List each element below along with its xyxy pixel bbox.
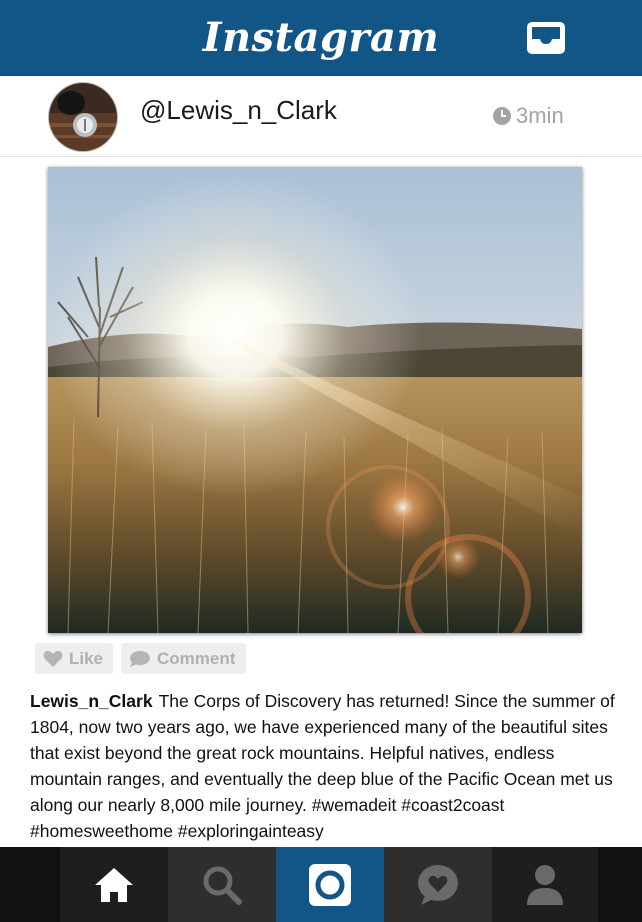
like-button[interactable]: Like [35, 643, 113, 674]
speech-bubble-icon [130, 650, 150, 667]
tab-search[interactable] [168, 847, 276, 922]
clock-icon [493, 107, 511, 125]
caption-author[interactable]: Lewis_n_Clark [30, 691, 153, 711]
tab-home[interactable] [60, 847, 168, 922]
post-time: 3min [516, 103, 564, 128]
comment-button[interactable]: Comment [121, 643, 246, 674]
avatar-image [49, 83, 117, 151]
tab-activity[interactable] [384, 847, 492, 922]
inbox-button[interactable] [524, 18, 568, 58]
profile-icon [527, 864, 563, 905]
camera-icon [309, 863, 351, 906]
tab-profile[interactable] [492, 847, 598, 922]
top-bar: Instagram [0, 0, 642, 76]
post-timestamp: 3min [492, 102, 564, 130]
like-label: Like [69, 648, 104, 668]
heart-bubble-icon [418, 864, 458, 905]
post-username[interactable]: @Lewis_n_Clark [140, 92, 337, 128]
post-header: @Lewis_n_Clark 3min [0, 76, 642, 157]
bottom-nav [0, 847, 642, 922]
avatar[interactable] [48, 82, 118, 152]
post-caption: Lewis_n_Clark The Corps of Discovery has … [30, 688, 620, 844]
inbox-tray-icon [527, 22, 565, 54]
home-icon [95, 867, 133, 902]
comment-label: Comment [157, 648, 236, 668]
post-photo[interactable] [48, 167, 582, 633]
tab-camera[interactable] [276, 847, 384, 922]
landscape-sunset-photo [48, 167, 582, 633]
search-icon [203, 866, 242, 905]
heart-icon [43, 650, 63, 667]
caption-text: The Corps of Discovery has returned! Sin… [30, 691, 615, 841]
